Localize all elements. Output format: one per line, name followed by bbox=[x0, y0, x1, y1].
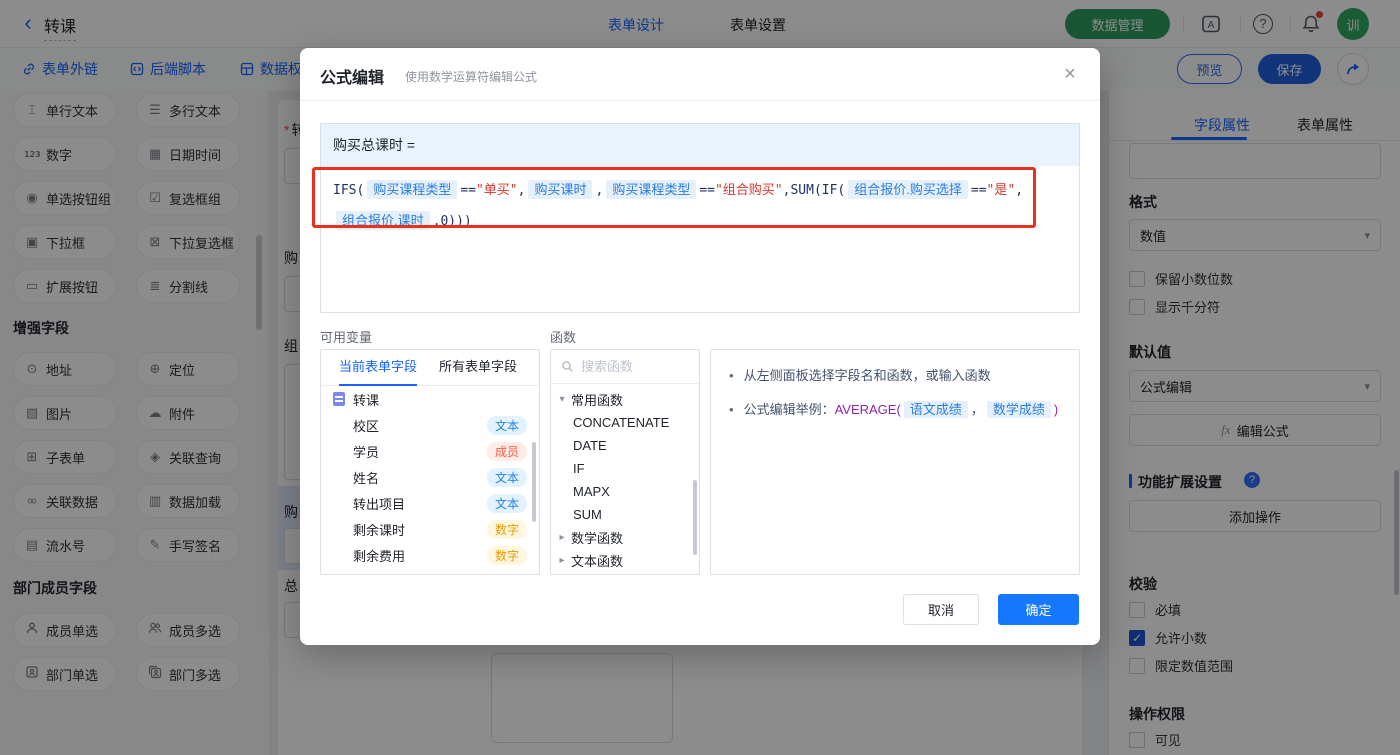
formula-string: "组合购买" bbox=[714, 183, 783, 198]
field-chip[interactable]: 购买课程类型 bbox=[606, 180, 697, 199]
help-hints-panel: • 从左侧面板选择字段名和函数，或输入函数 • 公式编辑举例：AVERAGE(语… bbox=[710, 349, 1080, 575]
function-item[interactable]: MAPX bbox=[551, 480, 699, 503]
variable-item[interactable]: 剩余费用 数字 bbox=[321, 542, 539, 568]
function-item[interactable]: SUM bbox=[551, 503, 699, 526]
variables-label: 可用变量 bbox=[320, 330, 373, 345]
type-badge: 文本 bbox=[486, 415, 527, 435]
formula-input-area[interactable]: IFS(购买课程类型 =="单买", 购买课时, 购买课程类型 =="组合购买",SUM… bbox=[321, 166, 1079, 246]
cancel-button[interactable]: 取消 bbox=[903, 594, 979, 625]
example-function-name: AVERAGE( bbox=[834, 402, 901, 417]
type-badge: 文本 bbox=[486, 493, 527, 513]
divider bbox=[300, 100, 1100, 101]
function-item[interactable]: DATE bbox=[551, 434, 699, 457]
formula-code: , bbox=[517, 183, 526, 198]
field-chip[interactable]: 组合报价.课时 bbox=[336, 211, 430, 230]
variables-scrollbar[interactable] bbox=[532, 442, 536, 522]
example-field-chip: 语文成绩 bbox=[903, 401, 968, 418]
example-field-chip: 数学成绩 bbox=[986, 401, 1051, 418]
field-chip[interactable]: 购买课程类型 bbox=[367, 180, 458, 199]
function-item[interactable]: CONCATENATE bbox=[551, 411, 699, 434]
chevron-down-icon: ▾ bbox=[559, 394, 565, 405]
function-item[interactable]: IF bbox=[551, 457, 699, 480]
close-icon[interactable]: × bbox=[1058, 62, 1082, 86]
variable-item[interactable]: 转出项目 文本 bbox=[321, 490, 539, 516]
formula-code: == bbox=[460, 183, 476, 198]
type-badge: 成员 bbox=[486, 441, 527, 461]
formula-code: ,SUM(IF( bbox=[782, 183, 846, 198]
confirm-button[interactable]: 确定 bbox=[998, 594, 1079, 625]
function-group-text[interactable]: ▸ 文本函数 bbox=[551, 549, 699, 572]
form-doc-icon bbox=[333, 392, 345, 406]
type-badge: 文本 bbox=[486, 467, 527, 487]
formula-code: , bbox=[1015, 183, 1024, 198]
formula-code: == bbox=[699, 183, 715, 198]
field-chip[interactable]: 购买课时 bbox=[528, 180, 593, 199]
hint-line-2: • 公式编辑举例：AVERAGE(语文成绩，数学成绩) bbox=[729, 401, 1059, 418]
type-badge: 数字 bbox=[486, 545, 527, 565]
variable-item[interactable]: 校区 文本 bbox=[321, 412, 539, 438]
formula-target: 购买总课时 = bbox=[321, 124, 1079, 166]
functions-panel: ▾常用函数 CONCATENATE DATE IF MAPX SUM ▸数学函数… bbox=[550, 349, 700, 575]
formula-code: == bbox=[970, 183, 987, 198]
tab-all-form-fields[interactable]: 所有表单字段 bbox=[439, 350, 517, 386]
field-chip[interactable]: 组合报价.购买选择 bbox=[848, 180, 968, 199]
variables-panel: 当前表单字段 所有表单字段 转课 校区 文本 学员 成员 姓名 文本 转出项目 文本 剩… bbox=[320, 349, 540, 575]
dialog-title: 公式编辑 bbox=[320, 70, 385, 87]
formula-editor: 购买总课时 = IFS(购买课程类型 =="单买", 购买课时, 购买课程类型 =="组… bbox=[320, 123, 1080, 313]
formula-string: "是" bbox=[986, 183, 1016, 198]
dialog-subtitle: 使用数学运算符编辑公式 bbox=[405, 70, 538, 84]
variable-item[interactable]: 姓名 文本 bbox=[321, 464, 539, 490]
chevron-right-icon: ▸ bbox=[559, 555, 565, 566]
functions-label: 函数 bbox=[550, 330, 577, 345]
variable-item[interactable]: 学员 成员 bbox=[321, 438, 539, 464]
variable-item[interactable]: 剩余课时 数字 bbox=[321, 516, 539, 542]
formula-code: ,0))) bbox=[432, 214, 472, 229]
search-icon bbox=[562, 361, 573, 372]
function-search bbox=[551, 350, 699, 384]
functions-scrollbar[interactable] bbox=[693, 480, 697, 555]
tab-current-form-fields[interactable]: 当前表单字段 bbox=[339, 350, 418, 386]
variables-tabs: 当前表单字段 所有表单字段 bbox=[321, 350, 539, 386]
search-function-input[interactable] bbox=[581, 359, 681, 374]
function-group-math[interactable]: ▸ 数学函数 bbox=[551, 526, 699, 549]
hint-line-1: • 从左侧面板选择字段名和函数，或输入函数 bbox=[729, 368, 991, 383]
formula-string: "单买" bbox=[475, 183, 518, 198]
variable-tree-root[interactable]: 转课 bbox=[321, 386, 539, 412]
function-group-common[interactable]: ▾ 常用函数 bbox=[551, 388, 699, 411]
type-badge: 数字 bbox=[486, 519, 527, 539]
formula-code: IFS( bbox=[333, 183, 365, 198]
formula-code: , bbox=[595, 183, 604, 198]
formula-edit-dialog: 公式编辑 使用数学运算符编辑公式 × 购买总课时 = IFS(购买课程类型 =="… bbox=[300, 48, 1100, 645]
chevron-right-icon: ▸ bbox=[559, 532, 565, 543]
